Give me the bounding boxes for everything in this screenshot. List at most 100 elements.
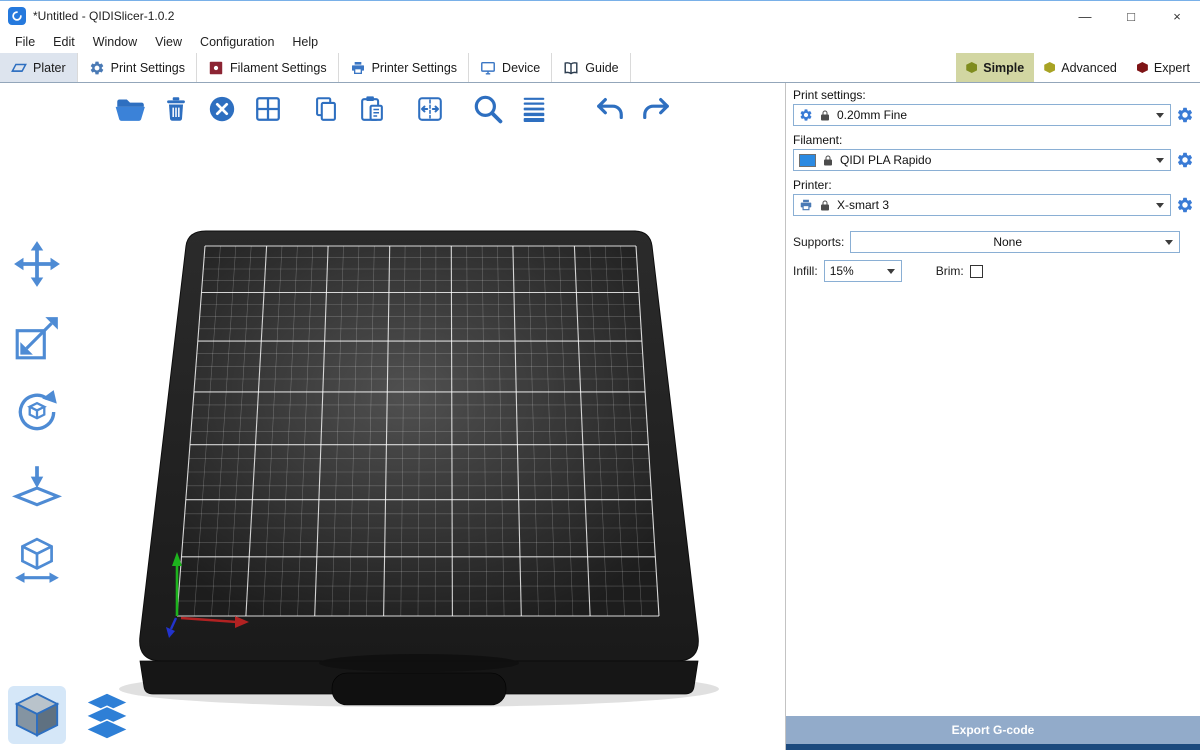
export-gcode-button[interactable]: Export G-code xyxy=(786,716,1200,744)
tab-plater[interactable]: Plater xyxy=(0,53,78,82)
print-settings-label: Print settings: xyxy=(793,88,1194,102)
filament-color-swatch xyxy=(799,154,816,167)
mode-expert[interactable]: Expert xyxy=(1127,53,1200,82)
gear-icon xyxy=(89,60,105,76)
undo-button[interactable] xyxy=(590,89,630,129)
lock-icon xyxy=(819,109,831,122)
delete-all-icon xyxy=(207,94,237,124)
scale-icon xyxy=(12,313,62,363)
paste-icon xyxy=(357,94,387,124)
gear-icon xyxy=(1176,106,1194,124)
close-button[interactable]: × xyxy=(1154,1,1200,31)
tab-guide[interactable]: Guide xyxy=(552,53,630,82)
printer-icon xyxy=(799,198,813,212)
chevron-down-icon xyxy=(1156,113,1164,118)
chevron-down-icon xyxy=(1165,240,1173,245)
preview-view-button[interactable] xyxy=(78,686,136,744)
print-bed xyxy=(0,83,785,750)
split-button[interactable] xyxy=(410,89,450,129)
tab-print-settings[interactable]: Print Settings xyxy=(78,53,197,82)
sidebar: Print settings: 0.20mm Fine Filament: QI… xyxy=(785,83,1200,750)
maximize-button[interactable]: □ xyxy=(1108,1,1154,31)
minimize-button[interactable]: — xyxy=(1062,1,1108,31)
mode-advanced[interactable]: Advanced xyxy=(1034,53,1127,82)
export-progress-strip xyxy=(786,744,1200,750)
arrange-icon xyxy=(253,94,283,124)
tab-label: Printer Settings xyxy=(372,61,457,75)
trash-icon xyxy=(161,94,191,124)
printer-icon xyxy=(350,60,366,76)
delete-button[interactable] xyxy=(156,89,196,129)
filament-label: Filament: xyxy=(793,133,1194,147)
expert-mode-hexagon-icon xyxy=(1137,62,1148,73)
filament-combo[interactable]: QIDI PLA Rapido xyxy=(793,149,1171,171)
move-button[interactable] xyxy=(8,235,66,293)
viewport-3d[interactable] xyxy=(0,83,785,750)
move-icon xyxy=(12,239,62,289)
gear-icon xyxy=(1176,151,1194,169)
print-settings-combo[interactable]: 0.20mm Fine xyxy=(793,104,1171,126)
copy-button[interactable] xyxy=(306,89,346,129)
simple-mode-hexagon-icon xyxy=(966,62,977,73)
chevron-down-icon xyxy=(1156,158,1164,163)
editor-view-button[interactable] xyxy=(8,686,66,744)
delete-all-button[interactable] xyxy=(202,89,242,129)
redo-icon xyxy=(641,94,671,124)
rotate-button[interactable] xyxy=(8,383,66,441)
tab-label: Plater xyxy=(33,61,66,75)
scale-button[interactable] xyxy=(8,309,66,367)
filament-value: QIDI PLA Rapido xyxy=(840,153,1150,167)
supports-value: None xyxy=(856,235,1159,249)
chevron-down-icon xyxy=(887,269,895,274)
mode-switcher: Simple Advanced Expert xyxy=(956,53,1200,82)
filament-edit-button[interactable] xyxy=(1176,151,1194,169)
undo-icon xyxy=(595,94,625,124)
measure-button[interactable] xyxy=(8,531,66,589)
menu-view[interactable]: View xyxy=(146,32,191,52)
export-area: Export G-code xyxy=(786,716,1200,750)
tab-label: Filament Settings xyxy=(230,61,327,75)
menu-file[interactable]: File xyxy=(6,32,44,52)
tab-printer-settings[interactable]: Printer Settings xyxy=(339,53,469,82)
device-monitor-icon xyxy=(480,60,496,76)
split-icon xyxy=(415,94,445,124)
infill-combo[interactable]: 15% xyxy=(824,260,902,282)
search-icon xyxy=(471,92,505,126)
redo-button[interactable] xyxy=(636,89,676,129)
supports-label: Supports: xyxy=(793,235,844,249)
arrange-button[interactable] xyxy=(248,89,288,129)
place-on-face-icon xyxy=(12,461,62,511)
advanced-mode-hexagon-icon xyxy=(1044,62,1055,73)
title-bar: *Untitled - QIDISlicer-1.0.2 — □ × xyxy=(0,1,1200,31)
place-on-face-button[interactable] xyxy=(8,457,66,515)
cube-3d-icon xyxy=(12,690,62,740)
brim-checkbox[interactable] xyxy=(970,265,983,278)
tab-device[interactable]: Device xyxy=(469,53,552,82)
menu-window[interactable]: Window xyxy=(84,32,146,52)
printer-edit-button[interactable] xyxy=(1176,196,1194,214)
copy-icon xyxy=(311,94,341,124)
tab-filament-settings[interactable]: Filament Settings xyxy=(197,53,339,82)
print-settings-value: 0.20mm Fine xyxy=(837,108,1150,122)
variable-layer-height-button[interactable] xyxy=(514,89,554,129)
viewport-toolbar xyxy=(110,87,682,131)
rotate-icon xyxy=(12,387,62,437)
search-button[interactable] xyxy=(468,89,508,129)
app-logo-icon xyxy=(8,7,26,25)
menu-help[interactable]: Help xyxy=(283,32,327,52)
mode-label: Advanced xyxy=(1061,61,1117,75)
view-mode-switch xyxy=(8,686,136,744)
menu-configuration[interactable]: Configuration xyxy=(191,32,283,52)
printer-combo[interactable]: X-smart 3 xyxy=(793,194,1171,216)
tab-label: Device xyxy=(502,61,540,75)
print-settings-edit-button[interactable] xyxy=(1176,106,1194,124)
paste-button[interactable] xyxy=(352,89,392,129)
mode-label: Expert xyxy=(1154,61,1190,75)
supports-combo[interactable]: None xyxy=(850,231,1180,253)
chevron-down-icon xyxy=(1156,203,1164,208)
mode-simple[interactable]: Simple xyxy=(956,53,1034,82)
printer-value: X-smart 3 xyxy=(837,198,1150,212)
open-file-button[interactable] xyxy=(110,89,150,129)
guide-book-icon xyxy=(563,60,579,76)
menu-edit[interactable]: Edit xyxy=(44,32,84,52)
